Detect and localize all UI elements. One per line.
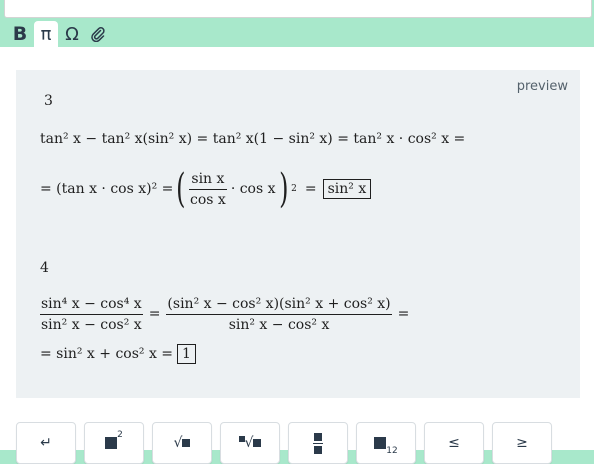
- problem3-line2-prefix: = (tan x · cos x)² =: [40, 181, 174, 197]
- sqrt-key[interactable]: √: [152, 422, 212, 464]
- boxed-answer-3: sin² x: [322, 179, 372, 199]
- sin-over-cos-fraction: sin x cos x: [189, 171, 227, 208]
- preview-panel: preview 3 tan² x − tan² x(sin² x) = tan²…: [16, 70, 580, 398]
- index-square-icon: [238, 436, 245, 442]
- geq-key[interactable]: ≥: [492, 422, 552, 464]
- root-icon: √: [244, 435, 254, 451]
- placeholder-square-icon: [105, 437, 118, 449]
- quartic-denominator: sin² x − cos² x: [41, 316, 142, 333]
- left-paren: (: [176, 166, 186, 212]
- problem-number-4: 4: [40, 260, 49, 276]
- leq-icon: ≤: [448, 435, 460, 451]
- math-keyboard: ↵ 2 √ √ 12 ≤ ≥: [16, 422, 552, 464]
- math-editor[interactable]: preview 3 tan² x − tan² x(sin² x) = tan²…: [0, 47, 594, 464]
- leq-key[interactable]: ≤: [424, 422, 484, 464]
- sqrt-icon: √: [173, 435, 183, 451]
- factored-denominator: sin² x − cos² x: [228, 316, 330, 333]
- problem3-line2: = (tan x · cos x)² = ( sin x cos x · cos…: [40, 166, 372, 212]
- nth-root-key[interactable]: √: [220, 422, 280, 464]
- placeholder-square-icon: [374, 437, 387, 449]
- problem-number-3: 3: [44, 93, 53, 109]
- previous-field[interactable]: [4, 0, 592, 18]
- fraction-key[interactable]: [288, 422, 348, 464]
- equals-sign: =: [148, 306, 161, 322]
- right-paren: ): [278, 166, 289, 212]
- preview-label: preview: [516, 79, 568, 94]
- fraction-numerator: sin x: [189, 171, 227, 190]
- superscript-label: 2: [117, 430, 123, 440]
- paperclip-icon[interactable]: [86, 22, 110, 46]
- bold-button[interactable]: B: [8, 22, 32, 46]
- equals-sign: =: [304, 181, 317, 197]
- placeholder-square-icon: [253, 439, 262, 447]
- problem4-line1: sin⁴ x − cos⁴ x sin² x − cos² x = (sin² …: [40, 292, 409, 336]
- square-key[interactable]: 2: [84, 422, 144, 464]
- factored-fraction: (sin² x − cos² x)(sin² x + cos² x) sin² …: [166, 296, 392, 333]
- editor-toolbar: B π Ω: [8, 21, 110, 48]
- boxed-answer-4: 1: [177, 344, 196, 364]
- quartic-fraction: sin⁴ x − cos⁴ x sin² x − cos² x: [40, 296, 143, 333]
- enter-icon: ↵: [40, 435, 52, 451]
- quartic-numerator: sin⁴ x − cos⁴ x: [40, 296, 143, 315]
- problem3-times-cos: · cos x: [230, 181, 276, 197]
- fraction-icon: [313, 432, 323, 454]
- problem3-line1: tan² x − tan² x(sin² x) = tan² x(1 − sin…: [40, 131, 466, 147]
- problem4-line2-text: = sin² x + cos² x =: [40, 346, 174, 362]
- subscript-key[interactable]: 12: [356, 422, 416, 464]
- problem4-line2: = sin² x + cos² x = 1: [40, 344, 196, 364]
- equals-sign: =: [397, 306, 410, 322]
- factored-numerator: (sin² x − cos² x)(sin² x + cos² x): [166, 296, 392, 315]
- placeholder-square-icon: [182, 439, 191, 447]
- pi-math-button[interactable]: π: [34, 21, 58, 47]
- fraction-denominator: cos x: [190, 191, 226, 208]
- subscript-label: 12: [386, 446, 398, 456]
- geq-icon: ≥: [516, 435, 528, 451]
- enter-key[interactable]: ↵: [16, 422, 76, 464]
- omega-symbols-button[interactable]: Ω: [60, 22, 84, 46]
